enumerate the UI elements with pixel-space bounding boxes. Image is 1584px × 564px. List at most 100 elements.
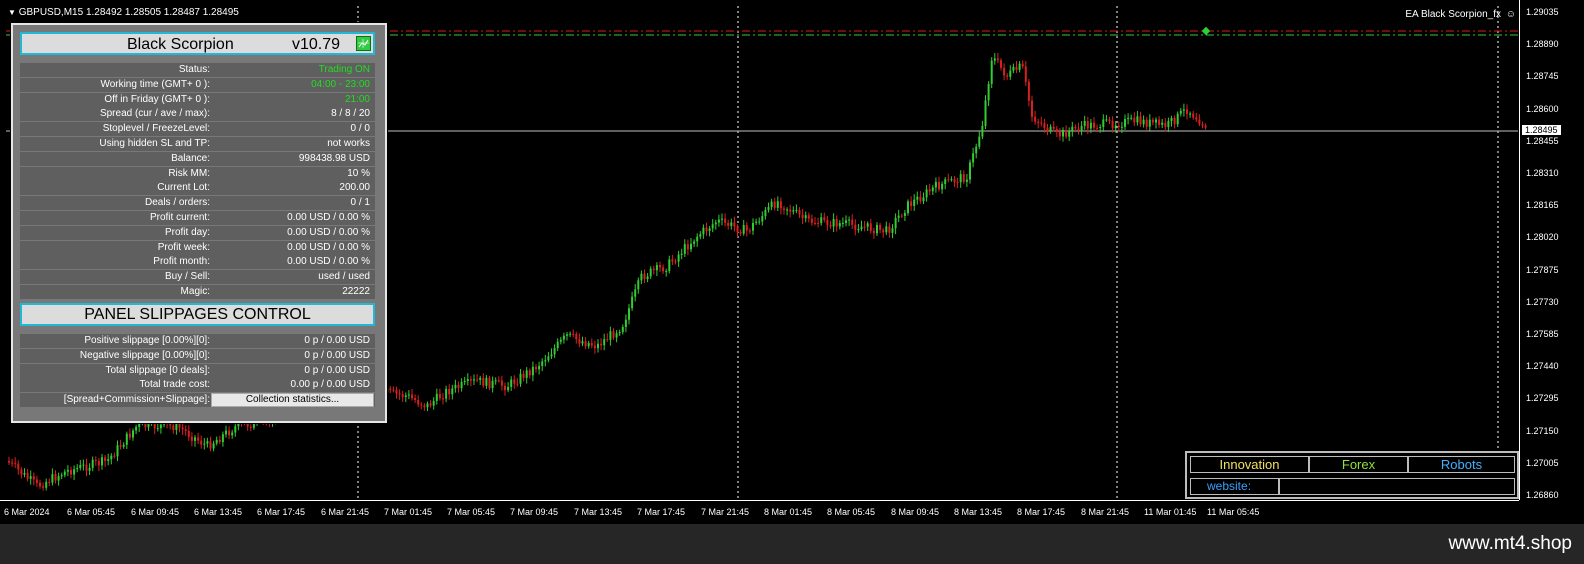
candle-body [482,377,485,386]
chart-toggle-button[interactable] [356,36,371,51]
candle-body [801,214,804,219]
candle-body [234,426,237,433]
candle-body [1093,122,1095,128]
candle-body [600,343,603,346]
candle-body [748,230,751,232]
candle-body [51,474,54,483]
candle-body [795,209,798,211]
candle-body [1158,119,1161,125]
time-tick-label: 8 Mar 01:45 [764,507,813,517]
candle-body [479,377,482,380]
candle-body [125,433,128,445]
forex-cell[interactable]: Forex [1309,456,1408,473]
panel-row: Current Lot: 200.00 [20,181,375,196]
candle-body [457,384,460,389]
panel-row: Buy / Sell: used / used [20,270,375,285]
candle-body [714,222,717,225]
candle-body [615,333,618,338]
smiley-icon[interactable]: ☺ [1506,9,1516,20]
collection-statistics-button[interactable]: Collection statistics... [211,393,374,407]
candle-body [190,436,193,441]
candle-body [761,216,764,222]
time-tick-label: 6 Mar 2024 [4,507,50,517]
time-tick-label: 8 Mar 09:45 [891,507,940,517]
website-field[interactable] [1279,478,1515,495]
candle-body [1111,120,1114,129]
candle-body [758,221,761,223]
candle-body [655,265,658,271]
candle-body [494,380,497,382]
candle-body [215,439,218,444]
candle-body [454,384,457,389]
time-axis: 6 Mar 2024 6 Mar 05:45 6 Mar 09:45 6 Mar 13… [0,500,1519,525]
candle-body [637,280,640,290]
candle-body [683,244,686,254]
candle-body [60,475,63,477]
time-tick-label: 8 Mar 21:45 [1081,507,1130,517]
innovation-cell[interactable]: Innovation [1190,456,1309,473]
robots-cell[interactable]: Robots [1408,456,1515,473]
candle-body [848,219,851,221]
time-tick-label: 7 Mar 17:45 [637,507,686,517]
candle-body [107,459,110,461]
candle-body [581,341,584,344]
time-tick-label: 11 Mar 01:45 [1144,507,1197,517]
candle-body [1046,127,1049,132]
candle-body [445,388,448,399]
candle-body [1040,122,1043,124]
candle-body [172,425,175,431]
candle-body [845,220,847,223]
time-tick-label: 6 Mar 05:45 [67,507,116,517]
candle-body [1015,66,1018,70]
panel-row-value: 10 % [347,167,370,179]
panel-row-value: 0.00 USD / 0.00 % [287,256,370,268]
candle-body [776,201,779,208]
candle-body [411,394,413,399]
candle-body [857,229,860,231]
candle-body [1006,75,1009,77]
candle-body [203,443,206,445]
candle-body [938,181,940,190]
candle-body [1108,119,1111,121]
candle-body [770,201,773,208]
candle-body [550,354,553,357]
candle-body [194,437,196,441]
symbol-quote: GBPUSD,M15 1.28492 1.28505 1.28487 1.284… [18,7,239,18]
candle-body [1052,126,1055,129]
candle-body [897,215,900,218]
candle-body [755,221,758,223]
candle-body [972,153,975,163]
brand-box: Innovation Forex Robots website: [1185,451,1519,499]
time-tick-label: 8 Mar 13:45 [954,507,1003,517]
candle-body [612,331,615,338]
candle-body [184,429,187,431]
candle-body [26,472,29,479]
candle-body [978,136,981,147]
candle-body [907,201,909,213]
candle-body [169,424,172,426]
candle-body [649,268,652,277]
panel-row-label: Current Lot: [157,182,210,194]
candle-body [752,222,754,231]
candle-body [228,430,231,436]
candle-body [606,339,609,341]
candle-body [1195,117,1198,120]
candle-body [717,219,720,223]
candle-body [209,441,212,449]
panel-row-label: Profit month: [153,256,210,268]
candle-body [175,422,178,431]
candle-body [76,467,79,470]
candle-body [460,382,463,389]
dropdown-arrow-icon[interactable]: ▼ [8,8,16,17]
candle-body [206,441,209,444]
candle-body [42,486,45,488]
candle-body [869,223,872,231]
candle-body [525,370,528,378]
candle-body [643,273,646,280]
price-tick-label: 1.28020 [1526,232,1559,243]
slippage-row-value: 0.00 p / 0.00 USD [290,379,371,391]
candle-body [553,348,556,355]
candle-body [705,227,708,231]
candle-body [538,365,541,370]
candle-body [609,331,612,340]
